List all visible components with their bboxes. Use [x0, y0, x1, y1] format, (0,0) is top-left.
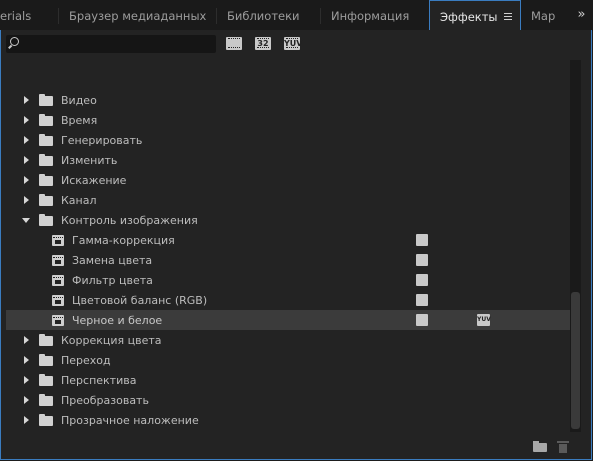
folder-row[interactable]: Искажение — [6, 170, 570, 190]
disclosure-closed-icon[interactable] — [24, 376, 29, 384]
effect-row[interactable]: Замена цвета — [6, 250, 570, 270]
folder-label: Прозрачное наложение — [61, 414, 199, 427]
tab-markers[interactable]: Мар — [521, 0, 570, 30]
accelerated-effect-icon — [416, 274, 428, 286]
accelerated-effect-icon — [416, 294, 428, 306]
folder-label: Изменить — [61, 154, 118, 167]
video-effect-icon — [52, 235, 64, 246]
accelerated-effect-icon — [416, 234, 428, 246]
video-effect-icon — [52, 295, 64, 306]
folder-icon — [39, 334, 53, 346]
folder-label: Преобразовать — [61, 394, 149, 407]
effect-row[interactable]: Фильтр цвета — [6, 270, 570, 290]
folder-label: Канал — [61, 194, 97, 207]
folder-row[interactable]: Переход — [6, 350, 570, 370]
folder-label: Перспектива — [61, 374, 137, 387]
folder-row[interactable]: Прозрачное наложение — [6, 410, 570, 430]
folder-icon — [39, 174, 53, 186]
effects-tree: Видео Время Генерировать Изменить Искажение К… — [6, 60, 570, 434]
search-icon — [10, 37, 19, 46]
panel-menu-icon[interactable] — [504, 13, 512, 20]
tab-effects[interactable]: Эффекты — [429, 0, 521, 31]
disclosure-closed-icon[interactable] — [24, 196, 29, 204]
effect-label: Черное и белое — [72, 314, 163, 327]
video-effect-icon — [52, 275, 64, 286]
disclosure-closed-icon[interactable] — [24, 96, 29, 104]
effect-label: Гамма-коррекция — [72, 234, 175, 247]
effect-row[interactable]: Черное и белое YUV — [6, 310, 570, 330]
folder-label: Видео — [61, 94, 97, 107]
tab-label: Информация — [331, 9, 410, 23]
folder-icon — [39, 394, 53, 406]
folder-row[interactable]: Размытие и резкость — [6, 430, 570, 434]
effect-row[interactable]: Цветовой баланс (RGB) — [6, 290, 570, 310]
folder-row[interactable]: Генерировать — [6, 130, 570, 150]
scrollbar-thumb[interactable] — [571, 292, 580, 429]
tab-label: Библиотеки — [227, 9, 300, 23]
new-bin-icon[interactable] — [533, 441, 547, 452]
accelerated-effects-filter[interactable] — [226, 37, 242, 50]
folder-row[interactable]: Видео — [6, 90, 570, 110]
disclosure-closed-icon[interactable] — [24, 396, 29, 404]
effect-row[interactable]: Гамма-коррекция — [6, 230, 570, 250]
folder-row[interactable]: Контроль изображения — [6, 210, 570, 230]
tab-label: Браузер медиаданных — [69, 9, 207, 23]
effects-panel: 32 YUV Видео Время Генерировать Изменить Иск… — [0, 30, 592, 460]
folder-label: Коррекция цвета — [61, 334, 162, 347]
accelerated-effect-icon — [416, 314, 428, 326]
effect-label: Фильтр цвета — [72, 274, 153, 287]
folder-label: Переход — [61, 354, 111, 367]
disclosure-closed-icon[interactable] — [24, 116, 29, 124]
tab-materials[interactable]: erials — [0, 0, 59, 30]
video-effect-icon — [52, 255, 64, 266]
folder-icon — [39, 414, 53, 426]
folder-icon — [39, 214, 53, 226]
folder-icon — [39, 374, 53, 386]
effect-label: Замена цвета — [72, 254, 153, 267]
folder-icon — [39, 114, 53, 126]
32-bit-effects-filter[interactable]: 32 — [255, 37, 271, 50]
disclosure-closed-icon[interactable] — [24, 176, 29, 184]
tab-info[interactable]: Информация — [321, 0, 429, 30]
folder-icon — [39, 134, 53, 146]
tab-media-browser[interactable]: Браузер медиаданных — [59, 0, 217, 30]
tab-overflow-button[interactable]: » — [570, 0, 593, 30]
folder-row[interactable]: Канал — [6, 190, 570, 210]
disclosure-open-icon[interactable] — [22, 218, 30, 223]
disclosure-closed-icon[interactable] — [24, 156, 29, 164]
folder-row[interactable]: Коррекция цвета — [6, 330, 570, 350]
panel-tab-bar: erials Браузер медиаданных Библиотеки Ин… — [0, 0, 593, 31]
folder-label: Контроль изображения — [61, 214, 198, 227]
folder-row[interactable]: Изменить — [6, 150, 570, 170]
yuv-effect-icon: YUV — [477, 314, 491, 326]
accelerated-effect-icon — [416, 254, 428, 266]
vertical-scrollbar[interactable] — [570, 60, 581, 432]
folder-row[interactable]: Преобразовать — [6, 390, 570, 410]
tab-label: Эффекты — [440, 10, 498, 24]
disclosure-closed-icon[interactable] — [24, 416, 29, 424]
folder-icon — [39, 154, 53, 166]
effect-label: Цветовой баланс (RGB) — [72, 294, 208, 307]
disclosure-closed-icon[interactable] — [24, 336, 29, 344]
video-effect-icon — [52, 315, 64, 326]
folder-icon — [39, 354, 53, 366]
search-input[interactable] — [6, 35, 216, 53]
folder-icon — [39, 94, 53, 106]
folder-icon — [39, 194, 53, 206]
disclosure-closed-icon[interactable] — [24, 356, 29, 364]
folder-label: Время — [61, 114, 98, 127]
tab-label: erials — [0, 9, 32, 23]
yuv-effects-filter[interactable]: YUV — [284, 37, 302, 50]
trash-icon[interactable] — [557, 441, 569, 453]
folder-row[interactable]: Перспектива — [6, 370, 570, 390]
folder-label: Генерировать — [61, 134, 143, 147]
folder-label: Искажение — [61, 174, 127, 187]
tab-libraries[interactable]: Библиотеки — [217, 0, 321, 30]
disclosure-closed-icon[interactable] — [24, 136, 29, 144]
tab-label: Мар — [531, 9, 556, 23]
folder-row[interactable]: Время — [6, 110, 570, 130]
folder-label: Размытие и резкость — [61, 430, 184, 434]
